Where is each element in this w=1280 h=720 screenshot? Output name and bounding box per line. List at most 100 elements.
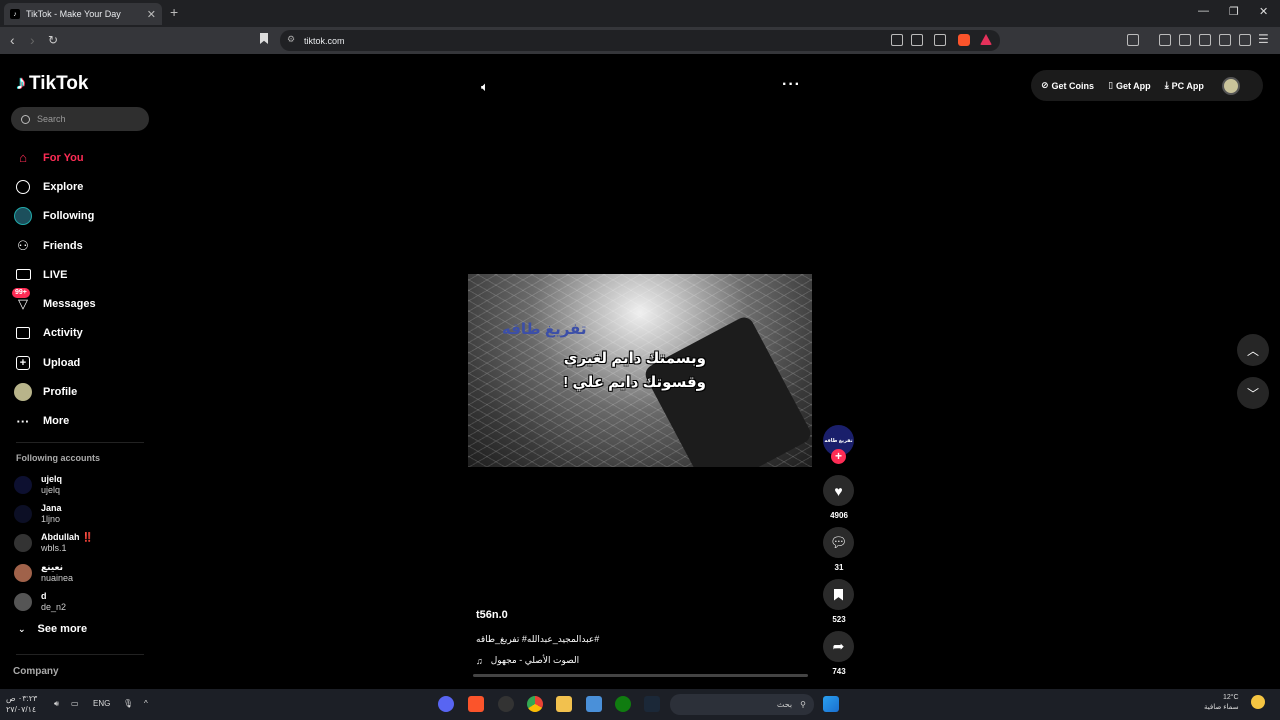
steam-alt-icon[interactable] <box>498 696 514 712</box>
upload-icon: + <box>14 354 32 372</box>
leo-ai-icon[interactable] <box>1219 34 1231 46</box>
account-handle: nuainea <box>41 572 74 583</box>
get-coins-button[interactable]: ⊘ Get Coins <box>1041 80 1094 91</box>
new-tab-button[interactable]: + <box>170 4 178 20</box>
account-name: ujelq <box>41 473 63 484</box>
tray-overflow-icon[interactable]: ^ <box>144 699 148 708</box>
reload-icon[interactable]: ↻ <box>48 33 58 47</box>
get-app-button[interactable]: ▯ Get App <box>1108 80 1151 91</box>
sidebar-item-live[interactable]: LIVE <box>14 260 154 289</box>
store-icon[interactable] <box>586 696 602 712</box>
sidebar-item-for-you[interactable]: ⌂ For You <box>14 143 154 172</box>
back-icon[interactable]: ‹ <box>10 32 15 48</box>
cast-icon[interactable] <box>911 34 923 46</box>
like-count: 4906 <box>830 511 848 520</box>
search-placeholder: Search <box>37 114 66 124</box>
share-icon[interactable] <box>934 34 946 46</box>
brave-browser-icon[interactable] <box>468 696 484 712</box>
avatar <box>14 475 32 494</box>
sidebar-item-label: For You <box>43 151 84 164</box>
previous-video-button[interactable]: ︿ <box>1237 334 1269 366</box>
list-item[interactable]: d de_n2 <box>14 587 154 616</box>
live-tv-icon <box>14 266 32 284</box>
brave-shields-icon[interactable] <box>958 34 970 46</box>
sidebar-item-more[interactable]: ··· More <box>14 407 154 436</box>
maximize-icon[interactable]: ❐ <box>1229 5 1239 18</box>
file-explorer-icon[interactable] <box>556 696 572 712</box>
tiktok-logo[interactable]: ♪ TikTok <box>16 72 88 95</box>
tab-close-icon[interactable]: ✕ <box>147 8 156 21</box>
see-more-button[interactable]: ⌄ See more <box>18 623 87 635</box>
weather-moon-icon[interactable] <box>1251 695 1265 709</box>
user-avatar[interactable] <box>1221 76 1240 95</box>
start-windows-icon[interactable] <box>823 696 839 712</box>
menu-icon[interactable]: ☰ <box>1258 32 1269 46</box>
video-hashtags[interactable]: #عبدالمجيد_عبدالله# تفريغ_طاقه <box>476 634 599 645</box>
pc-app-button[interactable]: ⤓ PC App <box>1165 80 1204 91</box>
wallet-icon[interactable] <box>1199 34 1211 46</box>
forward-icon[interactable]: › <box>30 32 35 48</box>
network-icon[interactable]: ▭ <box>71 699 79 708</box>
next-video-button[interactable]: ﹀ <box>1237 377 1269 409</box>
more-options-icon[interactable]: ··· <box>782 76 801 94</box>
xbox-icon[interactable] <box>615 696 631 712</box>
sidebar-divider <box>16 442 144 443</box>
browser-tab[interactable]: ♪ TikTok - Make Your Day ✕ <box>4 3 162 25</box>
window-close-icon[interactable]: ✕ <box>1259 5 1268 18</box>
taskbar-search-input[interactable]: بحث ⚲ <box>670 694 814 715</box>
music-icon[interactable] <box>1159 34 1171 46</box>
phone-icon: ▯ <box>1108 80 1114 90</box>
sidebar-item-upload[interactable]: + Upload <box>14 348 154 377</box>
like-button[interactable]: ♥ <box>823 475 854 506</box>
sidebar-icon[interactable] <box>1179 34 1191 46</box>
weather-temp: 12°C <box>1222 694 1239 701</box>
video-music[interactable]: ♫ الصوت الأصلي - مجهول <box>476 655 579 666</box>
site-info-icon[interactable]: ⚙ <box>287 34 295 45</box>
video-author[interactable]: t56n.0 <box>476 609 508 621</box>
weather-widget[interactable]: 12°C سماء صافية <box>1204 693 1239 713</box>
volume-tray-icon[interactable]: 🔊︎ <box>54 699 59 709</box>
microphone-icon[interactable]: 🎙︎ <box>123 699 133 708</box>
vpn-icon[interactable] <box>1239 34 1251 46</box>
save-button[interactable] <box>823 579 854 610</box>
music-note-icon: ♫ <box>476 655 483 666</box>
language-indicator[interactable]: ENG <box>93 699 110 708</box>
discord-icon[interactable] <box>438 696 454 712</box>
video-progress-bar[interactable] <box>473 674 808 677</box>
volume-icon[interactable]: 🔈︎ <box>481 79 489 95</box>
comment-count: 31 <box>834 563 844 572</box>
minimize-icon[interactable]: — <box>1198 5 1209 17</box>
brave-rewards-icon[interactable] <box>980 34 992 45</box>
list-item[interactable]: Jana 1ljno <box>14 499 154 528</box>
steam-icon[interactable] <box>644 696 660 712</box>
follow-button[interactable]: + <box>831 449 846 464</box>
tiktok-favicon-icon: ♪ <box>10 9 20 19</box>
video-player[interactable]: تفريغ طاقه وبسمتك دايم لغيري وقسوتك دايم… <box>468 274 812 467</box>
activity-icon <box>14 324 32 342</box>
sidebar-item-activity[interactable]: Activity <box>14 319 154 348</box>
video-watermark: تفريغ طاقه <box>502 321 587 338</box>
sidebar-item-profile[interactable]: Profile <box>14 377 154 406</box>
compass-icon <box>14 178 32 196</box>
list-item[interactable]: Abdullah ‼️ wbls.1 <box>14 529 154 558</box>
home-icon: ⌂ <box>19 150 27 166</box>
company-link[interactable]: Company <box>13 666 59 677</box>
translate-icon[interactable] <box>891 34 903 46</box>
sidebar-item-explore[interactable]: Explore <box>14 172 154 201</box>
list-item[interactable]: ujelq ujelq <box>14 470 154 499</box>
sidebar-item-label: Friends <box>43 239 83 252</box>
search-input[interactable]: Search <box>11 107 149 131</box>
account-handle: ujelq <box>41 484 61 495</box>
sidebar-item-friends[interactable]: ⚇ Friends <box>14 231 154 260</box>
sidebar-item-messages[interactable]: ▽ 99+ Messages <box>12 288 154 318</box>
share-button[interactable]: ➦ <box>823 631 854 662</box>
bookmark-icon[interactable] <box>260 33 268 44</box>
logo-text: TikTok <box>29 72 89 94</box>
sidebar-item-following[interactable]: Following <box>14 202 154 231</box>
comment-button[interactable]: 💬︎ <box>823 527 854 558</box>
list-item[interactable]: نعينع nuainea <box>14 558 154 587</box>
chrome-icon[interactable] <box>527 696 543 712</box>
clock[interactable]: ٠٣:٢٣ ص ٢٧/٠٧/١٤ <box>6 693 37 715</box>
save-count: 523 <box>832 615 846 624</box>
screenshot-icon[interactable] <box>1127 34 1139 46</box>
